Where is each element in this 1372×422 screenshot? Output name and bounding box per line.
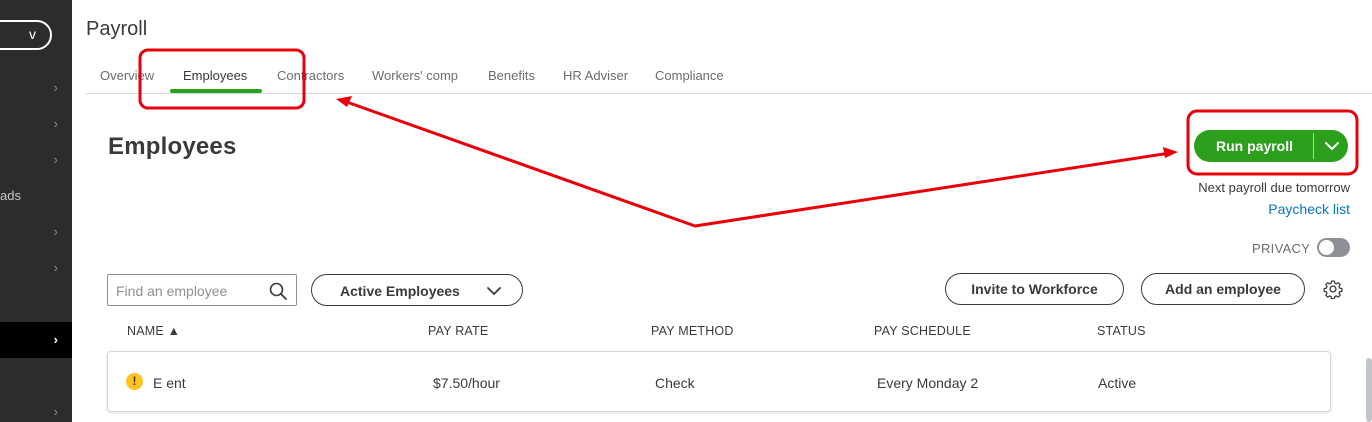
tab-employees[interactable]: Employees — [183, 68, 247, 83]
column-header-name[interactable]: NAME ▲ — [127, 324, 180, 338]
run-payroll-button[interactable]: Run payroll — [1194, 130, 1348, 162]
sidebar-item-2[interactable]: › — [0, 106, 72, 142]
run-payroll-label: Run payroll — [1216, 138, 1294, 154]
tab-benefits[interactable]: Benefits — [488, 68, 535, 83]
search-input[interactable]: Find an employee — [107, 274, 297, 306]
sidebar-item-5[interactable]: › — [0, 214, 72, 250]
pay-method-cell: Check — [655, 375, 695, 391]
privacy-toggle[interactable] — [1317, 238, 1350, 257]
tab-contractors[interactable]: Contractors — [277, 68, 344, 83]
chevron-right-icon: › — [53, 152, 58, 167]
sidebar-item-payroll[interactable]: › — [0, 322, 72, 358]
warning-icon[interactable]: ! — [126, 373, 143, 390]
sidebar-item-label: ads — [0, 188, 21, 203]
tab-bar: Overview Employees Contractors Workers' … — [86, 56, 1372, 94]
split-divider — [1313, 133, 1314, 159]
filter-selected-value: Active Employees — [340, 283, 460, 299]
sidebar-item-3[interactable]: › — [0, 142, 72, 178]
tab-workers-comp[interactable]: Workers' comp — [372, 68, 458, 83]
chevron-right-icon: › — [53, 260, 58, 275]
privacy-label: PRIVACY — [1252, 241, 1311, 256]
tab-overview[interactable]: Overview — [100, 68, 154, 83]
table-row[interactable]: ! E ent $7.50/hour Check Every Monday 2 … — [107, 351, 1331, 412]
toggle-knob — [1319, 240, 1334, 255]
employee-status-filter[interactable]: Active Employees — [311, 274, 523, 306]
main-content: Payroll Overview Employees Contractors W… — [72, 0, 1372, 422]
invite-button-label: Invite to Workforce — [971, 281, 1098, 297]
column-header-pay-rate[interactable]: PAY RATE — [428, 324, 488, 338]
sidebar-item-1[interactable]: › — [0, 70, 72, 106]
invite-to-workforce-button[interactable]: Invite to Workforce — [945, 273, 1124, 305]
page-title: Payroll — [86, 18, 148, 40]
status-cell: Active — [1098, 375, 1137, 391]
search-icon[interactable] — [268, 281, 288, 301]
chevron-right-icon: › — [53, 224, 58, 239]
gear-icon[interactable] — [1323, 279, 1343, 299]
sidebar-item-8[interactable]: › — [0, 394, 72, 422]
chevron-right-icon: › — [53, 80, 58, 95]
sidebar-item-4[interactable]: ads — [0, 178, 72, 214]
new-button[interactable]: v — [0, 20, 52, 50]
new-button-label: v — [29, 26, 36, 42]
chevron-right-icon: › — [53, 116, 58, 131]
chevron-right-icon: › — [53, 332, 58, 347]
chevron-down-icon — [487, 287, 501, 295]
sidebar-item-6[interactable]: › — [0, 250, 72, 286]
left-nav-sidebar: v › › › ads › › › › — [0, 0, 72, 422]
column-header-pay-method[interactable]: PAY METHOD — [651, 324, 734, 338]
chevron-down-icon[interactable] — [1322, 136, 1342, 156]
next-payroll-text: Next payroll due tomorrow — [1198, 180, 1350, 195]
chevron-right-icon: › — [53, 404, 58, 419]
pay-schedule-cell: Every Monday 2 — [877, 375, 979, 391]
search-placeholder: Find an employee — [116, 283, 228, 299]
paycheck-list-link[interactable]: Paycheck list — [1268, 201, 1350, 217]
tab-compliance[interactable]: Compliance — [655, 68, 724, 83]
add-button-label: Add an employee — [1165, 281, 1281, 297]
employee-name[interactable]: E ent — [153, 375, 186, 391]
section-title: Employees — [108, 133, 237, 160]
add-employee-button[interactable]: Add an employee — [1141, 273, 1305, 305]
pay-rate-cell: $7.50/hour — [433, 375, 500, 391]
active-tab-indicator — [170, 89, 262, 93]
tab-hr-adviser[interactable]: HR Adviser — [563, 68, 628, 83]
column-header-pay-schedule[interactable]: PAY SCHEDULE — [874, 324, 971, 338]
vertical-scrollbar[interactable] — [1366, 358, 1372, 422]
column-header-status[interactable]: STATUS — [1097, 324, 1146, 338]
